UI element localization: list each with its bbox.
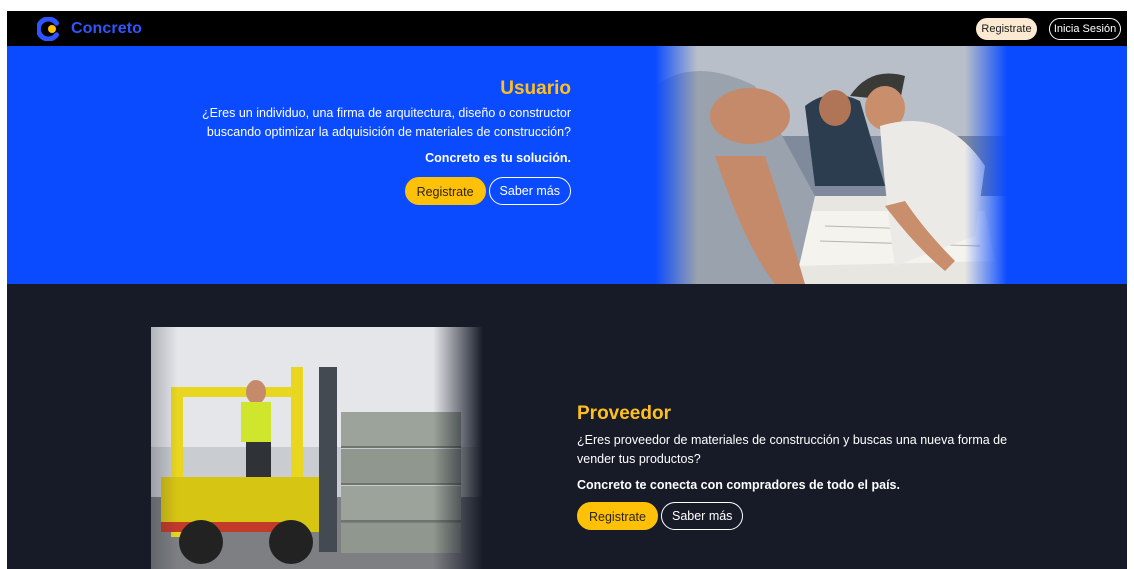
user-highlight: Concreto es tu solución. [425, 151, 571, 165]
top-navbar: Concreto Registrate Inicia Sesión [7, 11, 1127, 46]
provider-content: Proveedor ¿Eres proveedor de materiales … [577, 403, 1037, 530]
user-description: ¿Eres un individuo, una firma de arquite… [202, 106, 571, 139]
provider-description: ¿Eres proveedor de materiales de constru… [577, 433, 1008, 466]
nav-register-button[interactable]: Registrate [976, 18, 1037, 40]
user-register-button[interactable]: Registrate [404, 177, 486, 205]
provider-title: Proveedor [577, 403, 671, 424]
forklift-operator-photo [151, 327, 483, 569]
concreto-logo-icon [35, 16, 61, 42]
user-title: Usuario [500, 78, 571, 99]
brand-logo[interactable]: Concreto [35, 16, 143, 42]
user-content: Usuario ¿Eres un individuo, una firma de… [151, 78, 571, 205]
provider-learn-more-button[interactable]: Saber más [660, 502, 744, 530]
provider-register-button[interactable]: Registrate [577, 502, 658, 530]
landing-page: Concreto Registrate Inicia Sesión Usuari… [7, 11, 1127, 569]
nav-login-button[interactable]: Inicia Sesión [1049, 18, 1121, 40]
user-actions: Registrate Saber más [151, 177, 571, 205]
workers-reviewing-blueprints-photo [655, 46, 1007, 284]
provider-highlight: Concreto te conecta con compradores de t… [577, 478, 900, 492]
provider-actions: Registrate Saber más [577, 502, 1037, 530]
user-learn-more-button[interactable]: Saber más [488, 177, 571, 205]
brand-name: Concreto [71, 20, 143, 37]
